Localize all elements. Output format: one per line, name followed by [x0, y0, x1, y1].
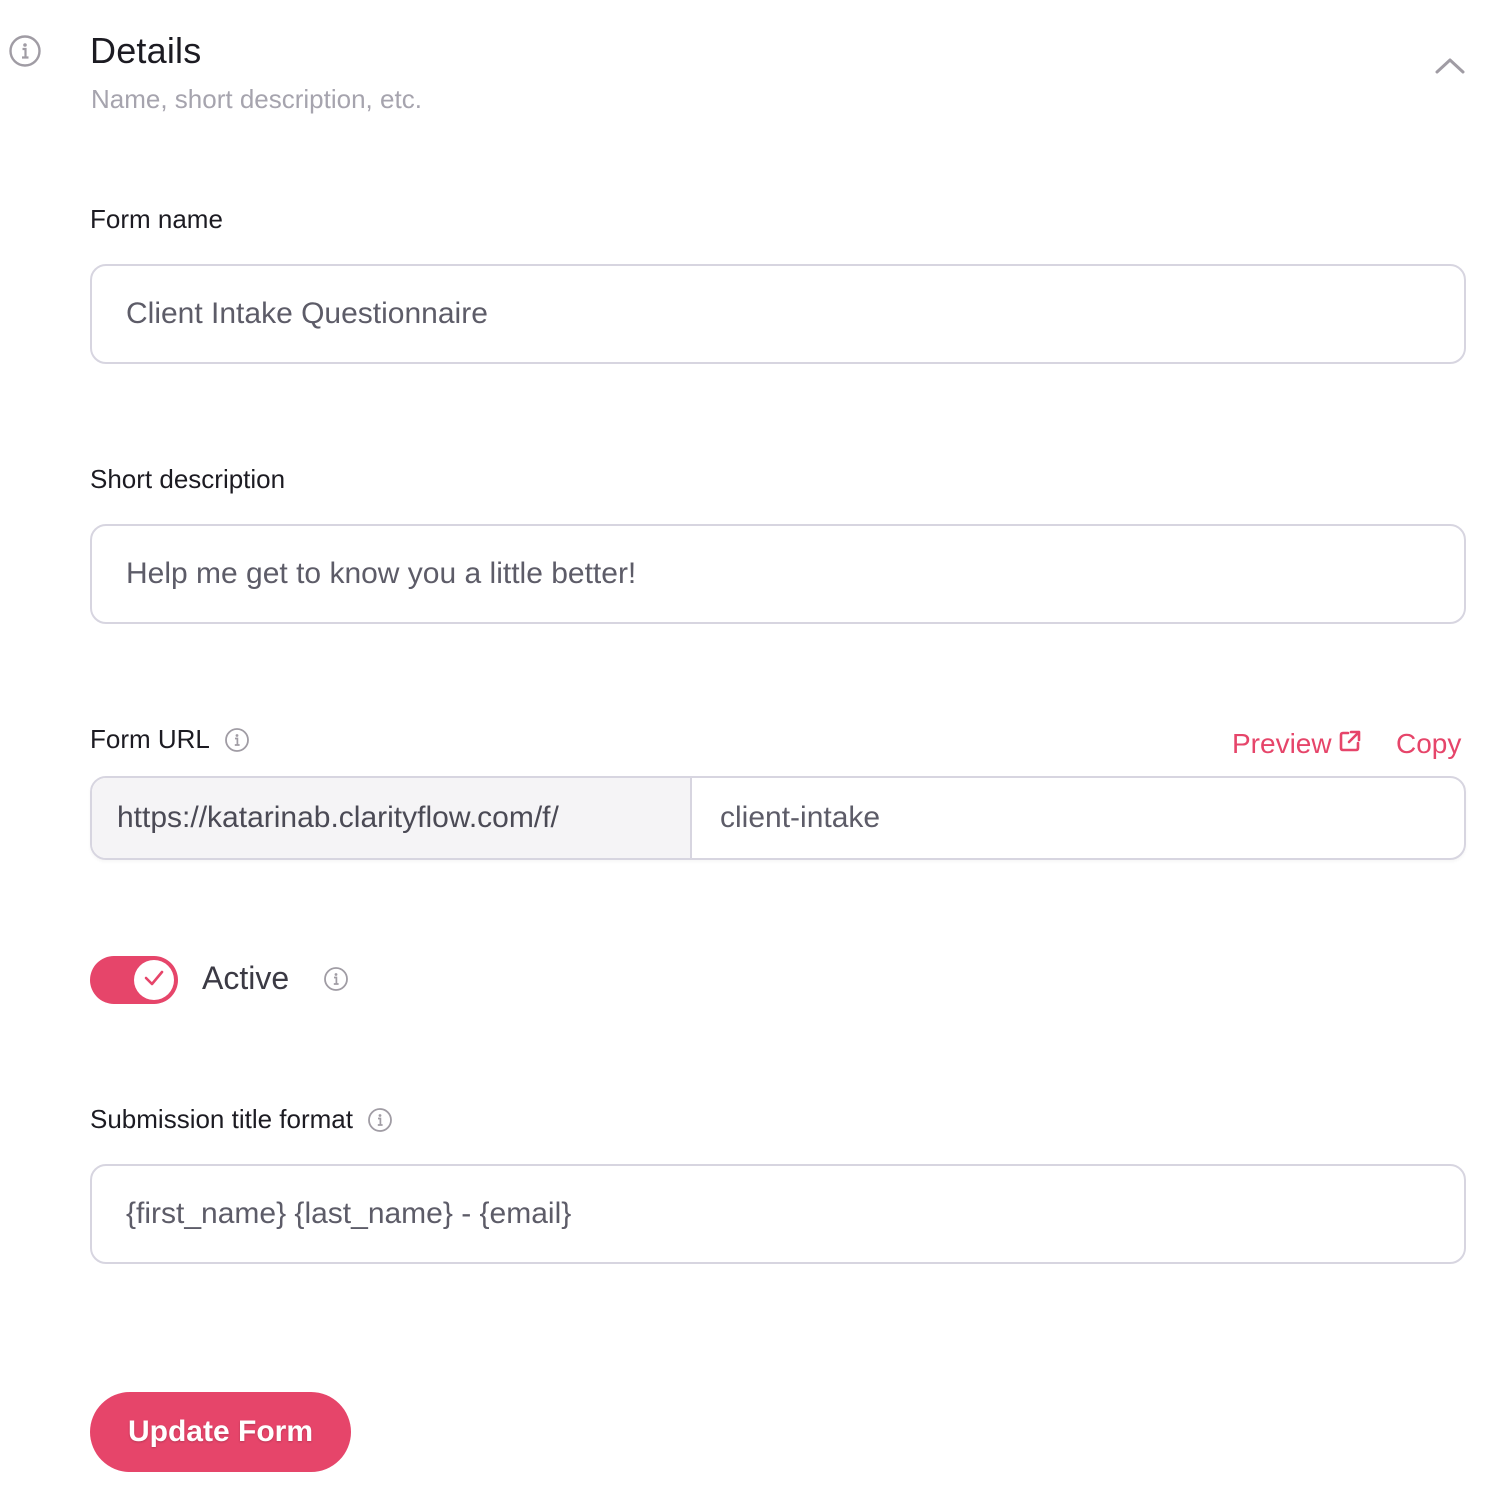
form-url-field: https://katarinab.clarityflow.com/f/ — [90, 776, 1466, 860]
submission-title-format-label: Submission title format — [90, 1104, 393, 1135]
active-label: Active — [202, 960, 290, 996]
copy-link[interactable]: Copy — [1396, 728, 1461, 760]
submission-title-format-label-text: Submission title format — [90, 1104, 353, 1134]
url-slug-field[interactable] — [692, 778, 1464, 858]
info-circle-icon[interactable] — [224, 727, 250, 753]
active-toggle[interactable] — [90, 956, 178, 1004]
section-subtitle: Name, short description, etc. — [91, 84, 422, 114]
update-form-button[interactable]: Update Form — [90, 1392, 351, 1472]
info-circle-icon — [8, 34, 42, 68]
toggle-knob — [134, 960, 174, 1000]
form-name-label-text: Form name — [90, 204, 223, 234]
form-url-label-text: Form URL — [90, 724, 210, 754]
checkmark-icon — [142, 968, 166, 993]
preview-label: Preview — [1232, 728, 1332, 759]
form-name-label: Form name — [90, 204, 223, 235]
form-url-label: Form URL — [90, 724, 250, 755]
chevron-up-icon — [1434, 56, 1466, 81]
info-circle-icon[interactable] — [323, 966, 349, 997]
collapse-section-button[interactable] — [1428, 50, 1472, 86]
submission-title-format-field[interactable] — [90, 1164, 1466, 1264]
short-description-label-text: Short description — [90, 464, 286, 494]
submission-title-format-input[interactable] — [124, 1196, 1432, 1232]
short-description-label: Short description — [90, 464, 285, 495]
info-circle-icon[interactable] — [367, 1107, 393, 1133]
url-slug-input[interactable] — [718, 800, 1464, 836]
external-link-icon — [1338, 728, 1362, 760]
preview-link[interactable]: Preview — [1232, 728, 1362, 760]
short-description-field[interactable] — [90, 524, 1466, 624]
url-prefix: https://katarinab.clarityflow.com/f/ — [92, 778, 692, 858]
form-name-input[interactable] — [124, 296, 1432, 332]
short-description-input[interactable] — [124, 556, 1432, 592]
section-title: Details — [90, 30, 202, 71]
form-name-field[interactable] — [90, 264, 1466, 364]
